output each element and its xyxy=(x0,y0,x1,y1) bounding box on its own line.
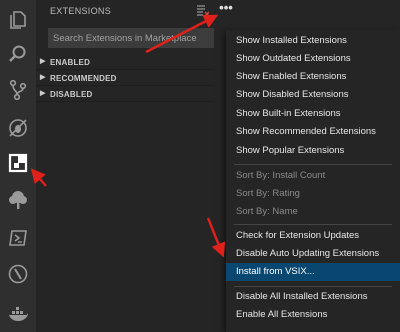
extensions-icon[interactable] xyxy=(4,149,32,177)
ellipsis-icon: ••• xyxy=(219,0,233,15)
menu-item-disable-all[interactable]: Disable All Installed Extensions xyxy=(226,288,400,306)
section-recommended[interactable]: ▶ RECOMMENDED xyxy=(36,70,214,86)
section-label: RECOMMENDED xyxy=(50,74,117,83)
section-label: DISABLED xyxy=(50,90,93,99)
menu-item-show-disabled[interactable]: Show Disabled Extensions xyxy=(226,86,400,104)
menu-separator xyxy=(234,164,392,165)
docker-icon[interactable] xyxy=(4,300,32,328)
menu-item-enable-all[interactable]: Enable All Extensions xyxy=(226,306,400,324)
section-enabled[interactable]: ▶ ENABLED xyxy=(36,54,214,70)
menu-item-sort-install-count: Sort By: Install Count xyxy=(236,170,326,181)
sidebar-header: EXTENSIONS ••• xyxy=(36,0,400,22)
menu-item-disable-auto-update[interactable]: Disable Auto Updating Extensions xyxy=(226,245,400,263)
search-extensions-input[interactable] xyxy=(48,28,214,48)
menu-separator xyxy=(234,286,392,287)
source-control-icon[interactable] xyxy=(4,76,32,104)
menu-item-show-builtin[interactable]: Show Built-in Extensions xyxy=(226,105,400,123)
chevron-right-icon: ▶ xyxy=(40,58,46,65)
menu-separator xyxy=(234,224,392,225)
menu-item-show-recommended[interactable]: Show Recommended Extensions xyxy=(226,123,400,141)
menu-item-check-updates[interactable]: Check for Extension Updates xyxy=(226,227,400,245)
menu-item-show-outdated[interactable]: Show Outdated Extensions xyxy=(226,50,400,68)
menu-item-show-enabled[interactable]: Show Enabled Extensions xyxy=(226,68,400,86)
menu-item-sort-rating: Sort By: Rating xyxy=(236,188,300,199)
sidebar-title: EXTENSIONS xyxy=(50,6,112,16)
more-actions-button[interactable]: ••• xyxy=(218,1,234,17)
chevron-right-icon: ▶ xyxy=(40,90,46,97)
menu-item-show-installed[interactable]: Show Installed Extensions xyxy=(226,32,400,50)
activity-bar xyxy=(0,0,36,332)
section-label: ENABLED xyxy=(50,58,91,67)
files-icon[interactable] xyxy=(4,6,32,34)
node-icon[interactable] xyxy=(4,260,32,288)
menu-item-install-from-vsix[interactable]: Install from VSIX... xyxy=(226,263,400,281)
clear-filter-icon[interactable] xyxy=(196,3,210,17)
more-actions-menu: Show Installed Extensions Show Outdated … xyxy=(226,30,400,332)
section-disabled[interactable]: ▶ DISABLED xyxy=(36,86,214,102)
terminal-icon[interactable] xyxy=(4,224,32,252)
debug-icon[interactable] xyxy=(4,114,32,142)
chevron-right-icon: ▶ xyxy=(40,74,46,81)
menu-item-sort-name: Sort By: Name xyxy=(236,206,298,217)
menu-item-show-popular[interactable]: Show Popular Extensions xyxy=(226,142,400,160)
tree-icon[interactable] xyxy=(4,186,32,214)
search-icon[interactable] xyxy=(4,40,32,68)
